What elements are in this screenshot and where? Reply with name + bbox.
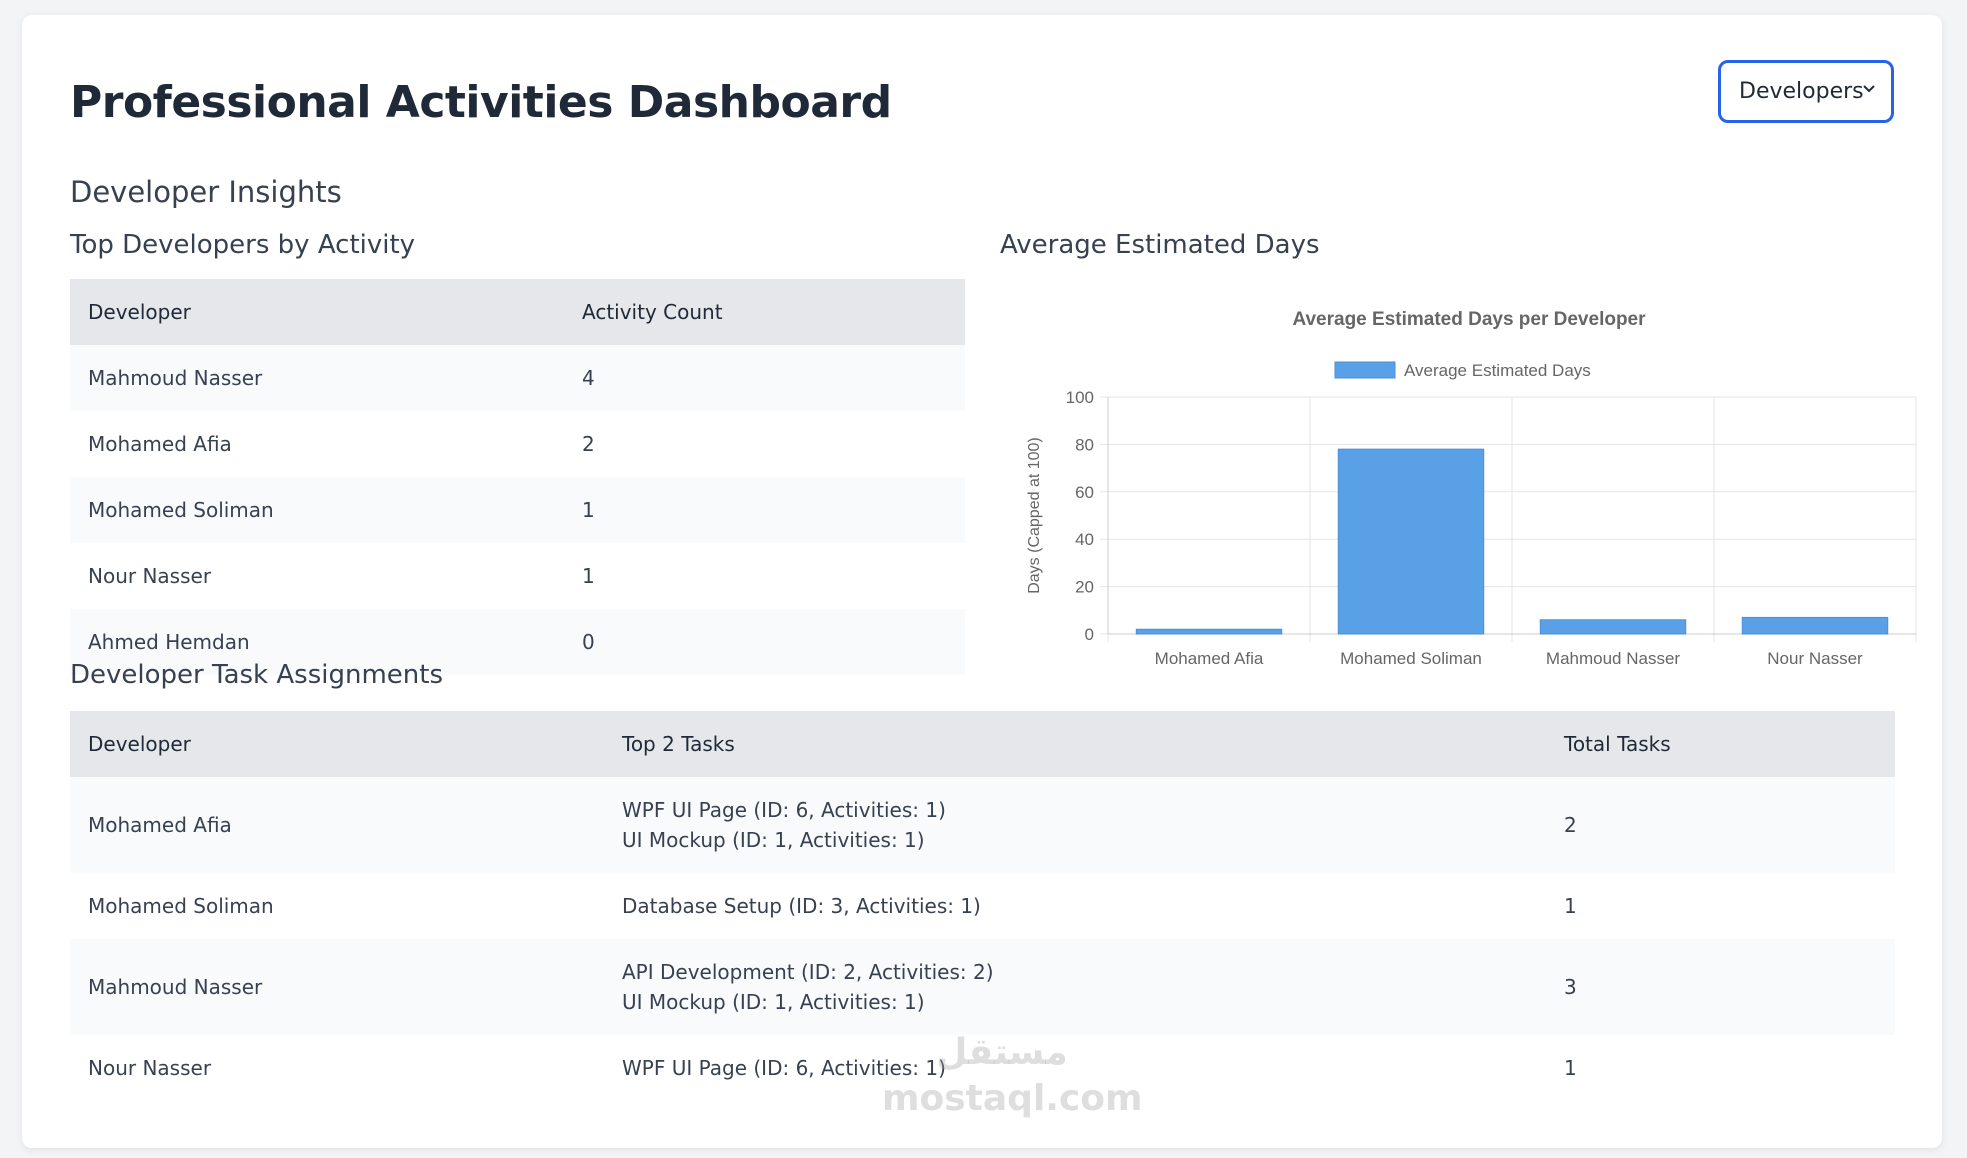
x-tick-label: Nour Nasser bbox=[1767, 649, 1863, 668]
total-tasks-cell: 1 bbox=[1564, 1056, 1577, 1080]
activity-count-cell: 0 bbox=[564, 609, 965, 675]
legend-swatch bbox=[1334, 361, 1396, 379]
column-header-developer: Developer bbox=[70, 711, 604, 777]
avg-days-chart: Average Estimated Days per Developer Aver… bbox=[1004, 285, 1924, 685]
section-title: Developer Insights bbox=[70, 175, 342, 209]
task-item: API Development (ID: 2, Activities: 2) bbox=[622, 960, 994, 984]
x-tick-label: Mohamed Afia bbox=[1155, 649, 1264, 668]
page-title: Professional Activities Dashboard bbox=[70, 77, 892, 128]
total-tasks-cell: 3 bbox=[1546, 939, 1895, 1035]
y-tick-label: 100 bbox=[1066, 388, 1094, 407]
y-tick-label: 60 bbox=[1075, 483, 1094, 502]
bar bbox=[1337, 448, 1485, 635]
task-item: UI Mockup (ID: 1, Activities: 1) bbox=[622, 828, 925, 852]
watermark: مستقل mostaql.com bbox=[882, 1030, 1143, 1122]
developer-cell: Mohamed Soliman bbox=[70, 477, 564, 543]
developer-cell: Mohamed Afia bbox=[70, 777, 604, 873]
task-item: UI Mockup (ID: 1, Activities: 1) bbox=[622, 990, 925, 1014]
developer-cell: Mohamed Afia bbox=[88, 432, 232, 456]
y-tick-label: 40 bbox=[1075, 530, 1094, 549]
task-assignments-title: Developer Task Assignments bbox=[70, 660, 443, 690]
total-tasks-cell: 2 bbox=[1546, 777, 1895, 873]
developer-cell: Mahmoud Nasser bbox=[70, 939, 604, 1035]
bar bbox=[1741, 616, 1889, 635]
table-row: Mohamed Soliman Database Setup (ID: 3, A… bbox=[70, 873, 1895, 939]
activity-count-cell: 4 bbox=[564, 345, 965, 411]
developer-cell: Nour Nasser bbox=[88, 564, 212, 588]
x-tick-label: Mohamed Soliman bbox=[1340, 649, 1482, 668]
y-axis-label: Days (Capped at 100) bbox=[1026, 437, 1043, 594]
task-item: WPF UI Page (ID: 6, Activities: 1) bbox=[622, 798, 946, 822]
y-tick-label: 0 bbox=[1085, 625, 1094, 644]
watermark-arabic: مستقل bbox=[936, 1032, 1068, 1073]
activity-count-cell: 2 bbox=[582, 432, 595, 456]
y-tick-label: 80 bbox=[1075, 435, 1094, 454]
avg-days-chart-svg: Average Estimated Days per Developer Aver… bbox=[1026, 309, 1917, 668]
bar bbox=[1135, 628, 1283, 635]
table-header-row: Developer Activity Count bbox=[70, 279, 965, 345]
activity-count-cell: 1 bbox=[564, 477, 965, 543]
chart-title: Average Estimated Days per Developer bbox=[1292, 309, 1646, 330]
view-select[interactable]: Developers bbox=[1718, 60, 1894, 123]
table-row: Mohamed Afia 2 bbox=[70, 411, 965, 477]
bar bbox=[1539, 619, 1687, 635]
column-header-developer: Developer bbox=[70, 279, 564, 345]
chevron-down-icon bbox=[1863, 85, 1875, 93]
table-header-row: Developer Top 2 Tasks Total Tasks bbox=[70, 711, 1895, 777]
legend-label: Average Estimated Days bbox=[1404, 361, 1591, 380]
developer-cell: Nour Nasser bbox=[88, 1056, 212, 1080]
dashboard-card: Professional Activities Dashboard Develo… bbox=[22, 15, 1942, 1148]
table-row: Nour Nasser 1 bbox=[70, 543, 965, 609]
view-select-value: Developers bbox=[1739, 79, 1864, 104]
table-row: Mohamed Soliman 1 bbox=[70, 477, 965, 543]
top-tasks-cell: WPF UI Page (ID: 6, Activities: 1) UI Mo… bbox=[604, 777, 1546, 873]
column-header-activity-count: Activity Count bbox=[564, 279, 965, 345]
table-row: Mahmoud Nasser 4 bbox=[70, 345, 965, 411]
task-item: Database Setup (ID: 3, Activities: 1) bbox=[622, 894, 981, 918]
top-tasks-cell: Database Setup (ID: 3, Activities: 1) bbox=[604, 873, 1546, 939]
avg-days-title: Average Estimated Days bbox=[1000, 230, 1320, 260]
table-row: Mohamed Afia WPF UI Page (ID: 6, Activit… bbox=[70, 777, 1895, 873]
activity-count-cell: 1 bbox=[582, 564, 595, 588]
top-developers-title: Top Developers by Activity bbox=[70, 230, 416, 260]
column-header-top-tasks: Top 2 Tasks bbox=[604, 711, 1546, 777]
top-developers-table: Developer Activity Count Mahmoud Nasser … bbox=[70, 279, 965, 675]
x-tick-label: Mahmoud Nasser bbox=[1546, 649, 1681, 668]
total-tasks-cell: 1 bbox=[1564, 894, 1577, 918]
table-row: Mahmoud Nasser API Development (ID: 2, A… bbox=[70, 939, 1895, 1035]
developer-cell: Mahmoud Nasser bbox=[70, 345, 564, 411]
y-tick-label: 20 bbox=[1075, 578, 1094, 597]
developer-cell: Mohamed Soliman bbox=[88, 894, 274, 918]
top-tasks-cell: API Development (ID: 2, Activities: 2) U… bbox=[604, 939, 1546, 1035]
column-header-total-tasks: Total Tasks bbox=[1546, 711, 1895, 777]
watermark-latin: mostaql.com bbox=[882, 1078, 1143, 1119]
